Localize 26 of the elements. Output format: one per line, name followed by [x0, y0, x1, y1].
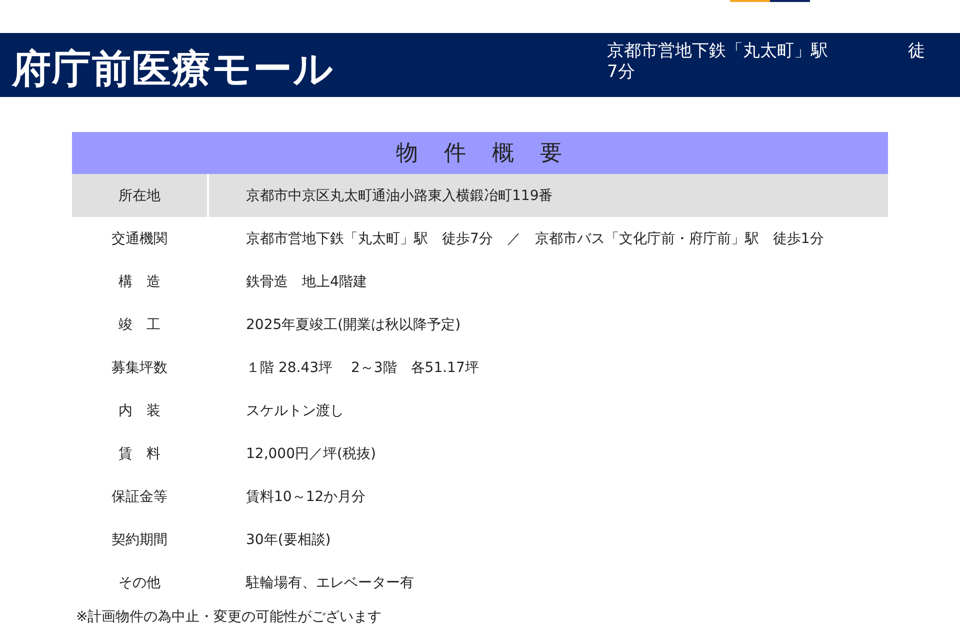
- row-value: 2025年夏竣工(開業は秋以降予定): [245, 316, 461, 334]
- row-value: スケルトン渡し: [245, 402, 344, 420]
- row-label: 内 装: [118, 402, 162, 420]
- row-label: 構 造: [118, 272, 162, 292]
- row-value: 12,000円／坪(税抜): [245, 444, 376, 462]
- row-value: 30年(要相談): [245, 530, 331, 548]
- row-value: 京都市中京区丸太町通油小路東入横鍛冶町119番: [245, 186, 553, 204]
- row-value: 京都市営地下鉄「丸太町」駅 徒歩7分 ／ 京都市バス「文化庁前・府庁前」駅 徒歩1分: [245, 230, 824, 248]
- table-title: 物 件 概 要: [72, 132, 888, 174]
- walk-time: 7分: [607, 62, 636, 83]
- row-label: その他: [118, 574, 162, 592]
- walk-text: 徒: [908, 41, 925, 62]
- row-label: 保証金等: [110, 488, 168, 506]
- row-label: 募集坪数: [110, 358, 168, 378]
- row-value: 鉄骨造 地上4階建: [245, 272, 367, 290]
- site-title: 府庁前医療モール: [10, 46, 335, 94]
- row-value: １階 28.43坪 2～3階 各51.17坪: [245, 358, 479, 376]
- row-label: 竣 工: [118, 316, 162, 334]
- row-value: 賃料10～12か月分: [245, 488, 366, 506]
- row-label: 所在地: [72, 174, 209, 217]
- note-text: ※計画物件の為中止・変更の可能性がございます: [76, 608, 383, 626]
- access-text: 京都市営地下鉄「丸太町」駅: [607, 41, 828, 62]
- row-label: 契約期間: [110, 530, 168, 550]
- row-value: 駐輪場有、エレベーター有: [244, 574, 414, 592]
- row-label: 賃 料: [118, 444, 162, 464]
- row-label: 交通機関: [110, 230, 168, 248]
